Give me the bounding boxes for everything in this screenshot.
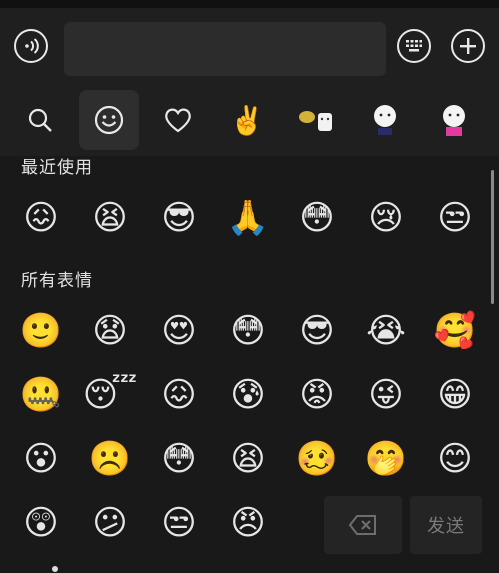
emoji-recent-6[interactable]: 😢 [366, 198, 406, 238]
tab-sticker-pack-3[interactable] [424, 90, 484, 150]
emoji-item[interactable]: 😒 [159, 503, 199, 543]
emoji-item[interactable]: 😭 [366, 311, 406, 351]
tab-emoji[interactable] [79, 90, 139, 150]
emoji-item[interactable]: 😲 [21, 503, 61, 543]
emoji-item[interactable]: 😜 [366, 375, 406, 415]
emoji-item[interactable]: 😕 [90, 503, 130, 543]
delete-button[interactable] [324, 496, 402, 554]
voice-input-button[interactable] [14, 29, 48, 63]
emoji-item[interactable]: 🤭 [365, 439, 407, 479]
emoji-item[interactable]: 😖 [159, 375, 199, 415]
tab-favorites[interactable] [148, 90, 208, 150]
emoji-item[interactable]: 🤐 [20, 375, 62, 415]
section-title-all: 所有表情 [21, 271, 93, 291]
send-button-label: 发送 [427, 516, 465, 537]
scroll-peek-indicator [52, 566, 58, 572]
emoji-category-tabs: ✌️ [0, 90, 499, 156]
sticker-icon [443, 105, 465, 136]
emoji-item[interactable]: 😊 [435, 439, 475, 479]
emoji-recent-4[interactable]: 🙏 [227, 198, 269, 238]
emoji-item[interactable]: 😳 [228, 311, 268, 351]
emoji-item[interactable]: ☹️ [89, 439, 131, 479]
emoji-recent-2[interactable]: 😫 [90, 198, 130, 238]
search-icon [28, 108, 52, 132]
section-title-recent: 最近使用 [21, 158, 93, 178]
emoji-item[interactable]: 🥰 [434, 311, 476, 351]
backspace-icon [348, 515, 376, 535]
emoji-item[interactable]: 😮 [21, 439, 61, 479]
emoji-recent-1[interactable]: 😖 [21, 198, 61, 238]
sticker-icon [374, 105, 396, 135]
plus-icon [460, 38, 476, 54]
more-button[interactable] [451, 29, 485, 63]
emoji-item[interactable]: 🥴 [296, 439, 338, 479]
keyboard-button[interactable] [397, 29, 431, 63]
heart-icon [165, 108, 191, 133]
emoji-item[interactable]: 😫 [228, 439, 268, 479]
voice-icon [25, 38, 39, 54]
emoji-item[interactable]: 😁 [435, 375, 475, 415]
emoji-recent-3[interactable]: 😎 [159, 198, 199, 238]
send-button[interactable]: 发送 [410, 496, 482, 554]
emoji-item[interactable]: 😍 [159, 311, 199, 351]
victory-hand-icon: ✌️ [229, 103, 265, 137]
smiley-icon [94, 105, 124, 135]
input-toolbar [0, 0, 499, 90]
emoji-item[interactable]: 😎 [297, 311, 337, 351]
tab-sticker-pack-2[interactable] [355, 90, 415, 150]
top-divider [0, 0, 499, 8]
tab-search[interactable] [10, 90, 70, 150]
emoji-item[interactable]: 😧 [90, 311, 130, 351]
emoji-recent-5[interactable]: 😳 [297, 198, 337, 238]
keyboard-icon [406, 40, 422, 52]
message-input[interactable] [64, 22, 386, 76]
emoji-item[interactable]: 😳 [159, 439, 199, 479]
emoji-item[interactable]: 🙂 [20, 311, 62, 351]
emoji-item[interactable]: 😠 [228, 503, 268, 543]
emoji-recent-7[interactable]: 😒 [435, 198, 475, 238]
emoji-item[interactable]: 😴 [83, 375, 138, 415]
tab-sticker-pack-1[interactable] [286, 90, 346, 150]
emoji-item[interactable]: 😡 [297, 375, 337, 415]
emoji-item[interactable]: 😰 [228, 375, 268, 415]
sticker-icon [299, 111, 332, 131]
scrollbar[interactable] [491, 170, 494, 304]
tab-gestures[interactable]: ✌️ [217, 90, 277, 150]
